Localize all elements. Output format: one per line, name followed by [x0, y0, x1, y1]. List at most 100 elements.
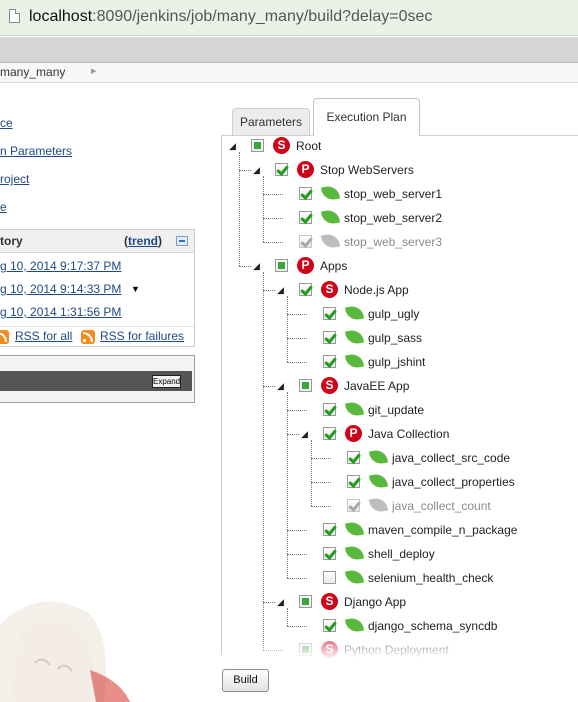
- build-link-1[interactable]: g 10, 2014 9:14:33 PM: [0, 282, 121, 296]
- expand-toggle-icon[interactable]: ◢: [253, 261, 263, 272]
- tree-node-label: Stop WebServers: [320, 163, 414, 177]
- tree-node-checkbox[interactable]: [275, 163, 288, 176]
- tree-node[interactable]: ◢ S Root: [229, 134, 578, 158]
- tab-execution-plan[interactable]: Execution Plan: [313, 98, 420, 136]
- build-link-0[interactable]: g 10, 2014 9:17:37 PM: [0, 259, 121, 273]
- tree-node-checkbox[interactable]: [323, 403, 336, 416]
- browser-address-bar[interactable]: localhost:8090/jenkins/job/many_many/bui…: [0, 0, 578, 36]
- tree-node-checkbox[interactable]: [323, 331, 336, 344]
- rss-icon[interactable]: [81, 330, 95, 344]
- tree-node-label: stop_web_server2: [344, 211, 443, 225]
- tree-node[interactable]: gulp_sass: [301, 326, 578, 350]
- tree-node-checkbox[interactable]: [347, 475, 360, 488]
- sidebar-link-2[interactable]: roject: [0, 172, 29, 186]
- job-leaf-icon: [344, 352, 365, 370]
- tree-node[interactable]: ◢ S Node.js App: [277, 278, 578, 302]
- tree-node-checkbox[interactable]: [299, 283, 312, 296]
- tree-node-label: Django App: [344, 595, 407, 609]
- tree-node-checkbox[interactable]: [299, 187, 312, 200]
- tree-connector: [263, 386, 275, 387]
- build-link-2[interactable]: g 10, 2014 1:31:56 PM: [0, 305, 121, 319]
- expand-toggle-icon[interactable]: ◢: [277, 285, 287, 296]
- tree-node[interactable]: stop_web_server2: [277, 206, 578, 230]
- job-leaf-icon: [344, 304, 365, 322]
- expand-button[interactable]: Expand: [152, 375, 181, 388]
- tree-connector: [287, 296, 288, 362]
- collapse-icon[interactable]: [176, 236, 188, 246]
- breadcrumb-chevron-icon[interactable]: ▸: [91, 64, 97, 77]
- tree-node[interactable]: gulp_jshint: [301, 350, 578, 374]
- tree-node[interactable]: java_collect_src_code: [325, 446, 578, 470]
- tree-connector: [287, 626, 307, 627]
- sequential-icon: S: [321, 281, 338, 298]
- tree-node-checkbox[interactable]: [323, 523, 336, 536]
- rss-failures-link[interactable]: RSS for failures: [100, 329, 184, 343]
- tree-connector: [287, 410, 307, 411]
- tree-node-checkbox[interactable]: [323, 619, 336, 632]
- expand-toggle-icon[interactable]: ◢: [253, 165, 263, 176]
- tree-node-checkbox[interactable]: [347, 499, 360, 512]
- tree-node[interactable]: django_schema_syncdb: [301, 614, 578, 638]
- tree-node[interactable]: ◢ P Apps: [253, 254, 578, 278]
- tree-node-checkbox[interactable]: [299, 235, 312, 248]
- tree-node[interactable]: selenium_health_check: [301, 566, 578, 590]
- tree-node-checkbox[interactable]: [299, 595, 312, 608]
- rss-icon[interactable]: [0, 330, 9, 344]
- expand-toggle-icon[interactable]: ◢: [229, 141, 239, 152]
- tree-node-label: shell_deploy: [368, 547, 435, 561]
- expand-toggle-icon[interactable]: ◢: [301, 429, 311, 440]
- tree-node[interactable]: stop_web_server1: [277, 182, 578, 206]
- tree-node[interactable]: shell_deploy: [301, 542, 578, 566]
- tree-node-checkbox[interactable]: [323, 307, 336, 320]
- tab-parameters[interactable]: Parameters: [232, 108, 310, 136]
- tree-connector: [311, 458, 331, 459]
- tree-node-checkbox[interactable]: [299, 379, 312, 392]
- tree-node[interactable]: java_collect_count: [325, 494, 578, 518]
- url-text[interactable]: localhost:8090/jenkins/job/many_many/bui…: [29, 8, 432, 26]
- tree-node[interactable]: java_collect_properties: [325, 470, 578, 494]
- tree-node-label: Node.js App: [344, 283, 409, 297]
- tree-node-checkbox[interactable]: [323, 355, 336, 368]
- trend-link[interactable]: trend: [128, 234, 158, 248]
- tree-connector: [287, 608, 288, 626]
- page-icon: [9, 9, 20, 23]
- job-leaf-icon: [344, 520, 365, 538]
- scroll-fade: [222, 640, 578, 658]
- tree-node[interactable]: ◢ S JavaEE App: [277, 374, 578, 398]
- tree-node-label: selenium_health_check: [368, 571, 494, 585]
- tree-connector: [287, 530, 307, 531]
- tree-node-checkbox[interactable]: [323, 571, 336, 584]
- sidebar-link-0[interactable]: ce: [0, 116, 13, 130]
- sidebar-link-1[interactable]: n Parameters: [0, 144, 72, 158]
- parallel-icon: P: [297, 161, 314, 178]
- tree-node[interactable]: gulp_ugly: [301, 302, 578, 326]
- tree-node-label: Apps: [320, 259, 348, 273]
- tree-node-checkbox[interactable]: [347, 451, 360, 464]
- tree-node-checkbox[interactable]: [275, 259, 288, 272]
- tree-connector: [287, 554, 307, 555]
- tree-node[interactable]: ◢ P Java Collection: [301, 422, 578, 446]
- tree-node-label: gulp_sass: [368, 331, 423, 345]
- tree-node[interactable]: git_update: [301, 398, 578, 422]
- dropdown-caret-icon[interactable]: ▼: [131, 284, 140, 294]
- job-leaf-icon: [368, 472, 389, 490]
- trend-wrapper: (trend): [124, 234, 162, 248]
- expand-toggle-icon[interactable]: ◢: [277, 597, 287, 608]
- tree-node-label: stop_web_server3: [344, 235, 443, 249]
- tree-node[interactable]: maven_compile_n_package: [301, 518, 578, 542]
- tree-connector: [287, 434, 299, 435]
- tree-node-checkbox[interactable]: [323, 547, 336, 560]
- tree-node-checkbox[interactable]: [251, 139, 264, 152]
- build-button[interactable]: Build: [222, 669, 269, 692]
- tree-node-checkbox[interactable]: [323, 427, 336, 440]
- breadcrumb-job[interactable]: many_many: [0, 65, 65, 79]
- rss-all-link[interactable]: RSS for all: [15, 329, 72, 343]
- sidebar-link-3[interactable]: e: [0, 200, 7, 214]
- tree-node[interactable]: ◢ S Django App: [277, 590, 578, 614]
- expand-toggle-icon[interactable]: ◢: [277, 381, 287, 392]
- tree-node[interactable]: ◢ P Stop WebServers: [253, 158, 578, 182]
- tree-node-checkbox[interactable]: [299, 211, 312, 224]
- tree-connector: [239, 170, 251, 171]
- build-history-panel: tory (trend) g 10, 2014 9:17:37 PM g 10,…: [0, 229, 195, 347]
- tree-node[interactable]: stop_web_server3: [277, 230, 578, 254]
